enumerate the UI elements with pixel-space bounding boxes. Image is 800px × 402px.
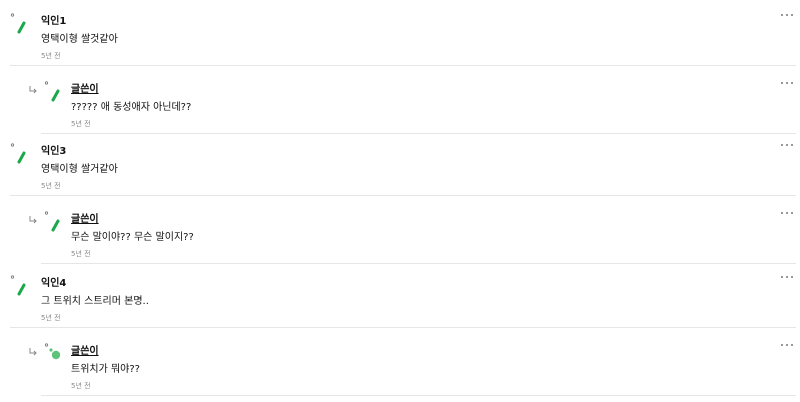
more-dots-icon[interactable] [780,340,794,350]
comment-author[interactable]: 글쓴이 [71,210,99,225]
comment-author[interactable]: 익인1 [41,12,66,27]
comment-body: 그 트위치 스트리머 본명.. [41,296,149,307]
reply-comment: 글쓴이트위치가 뭐야?? 5년 전 [0,330,800,396]
comment-list: 익인1 영택이형 쌀것같아 5년 전 글쓴이????? 애 동성애자 아닌데?? 5년 … [0,0,800,402]
comment-divider [10,327,796,328]
more-dots-icon[interactable] [780,140,794,150]
more-dots-icon[interactable] [780,78,794,88]
comment: 익인1 영택이형 쌀것같아 5년 전 [0,0,800,66]
avatar[interactable] [10,274,32,296]
comment: 익인4 그 트위치 스트리머 본명.. 5년 전 [0,262,800,328]
comment-author[interactable]: 익인4 [41,274,66,289]
comment-author[interactable]: 익인3 [41,142,66,157]
comment: 익인3 영택이형 쌀거같아 5년 전 [0,130,800,196]
comment-timestamp: 5년 전 [71,382,91,390]
comment-author[interactable]: 글쓴이 [71,342,99,357]
comment-body: ????? 애 동성애자 아닌데?? [71,102,192,113]
avatar[interactable] [44,342,66,364]
comment-timestamp: 5년 전 [41,182,61,190]
comment-body: 무슨 말이야?? 무슨 말이지?? [71,232,194,243]
avatar[interactable] [44,210,66,232]
reply-comment: 글쓴이 ????? 애 동성애자 아닌데?? 5년 전 [0,68,800,134]
more-dots-icon[interactable] [780,272,794,282]
comment-author[interactable]: 글쓴이 [71,80,99,95]
avatar[interactable] [10,142,32,164]
more-dots-icon[interactable] [780,10,794,20]
comment-divider [41,395,796,396]
comment-timestamp: 5년 전 [41,52,61,60]
comment-divider [10,65,796,66]
reply-comment: 글쓴이무슨 말이야?? 무슨 말이지?? 5년 전 [0,198,800,264]
reply-arrow-icon [28,342,38,356]
comment-divider [10,195,796,196]
comment-timestamp: 5년 전 [41,314,61,322]
comment-timestamp: 5년 전 [71,120,91,128]
more-dots-icon[interactable] [780,208,794,218]
comment-body: 영택이형 쌀거같아 [41,164,118,175]
comment-body: 트위치가 뭐야?? [71,364,140,375]
comment-timestamp: 5년 전 [71,250,91,258]
avatar[interactable] [10,12,32,34]
comment-body: 영택이형 쌀것같아 [41,34,118,45]
reply-arrow-icon [28,210,38,224]
avatar[interactable] [44,80,66,102]
reply-arrow-icon [28,80,38,94]
